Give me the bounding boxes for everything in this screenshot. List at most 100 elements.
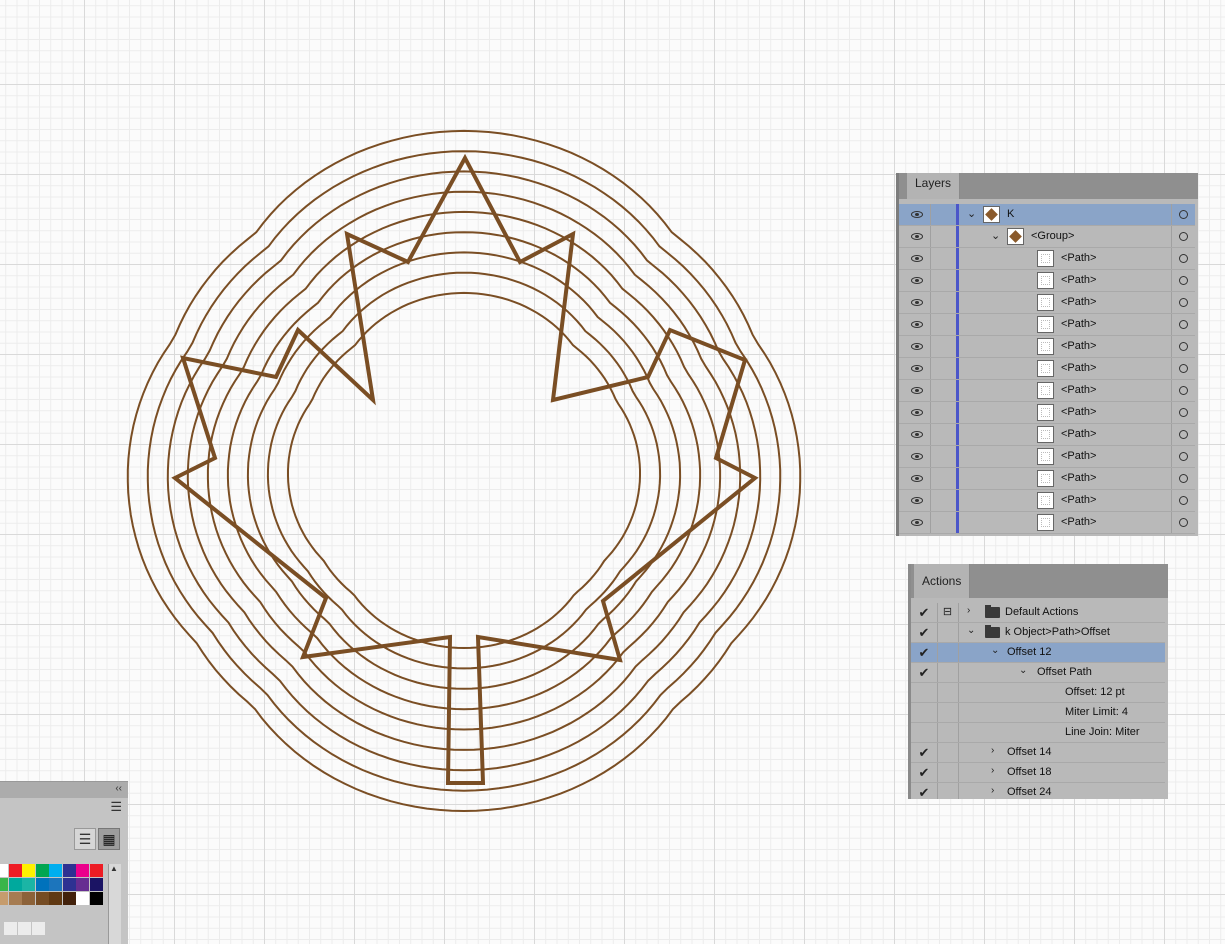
chevron-down-icon[interactable]: ⌄ [991,645,999,656]
eye-icon[interactable] [911,233,923,240]
eye-icon[interactable] [911,387,923,394]
target-circle-icon[interactable] [1179,210,1188,219]
target-circle-icon[interactable] [1179,232,1188,241]
list-view-icon[interactable]: ☰ [74,828,96,850]
action-row[interactable]: ✔ ⌄ k Object>Path>Offset [911,623,1165,643]
eye-icon[interactable] [911,409,923,416]
layer-row[interactable]: <Path> [899,402,1195,424]
chevron-right-icon[interactable]: › [967,605,970,616]
eye-icon[interactable] [911,519,923,526]
chevron-down-icon[interactable]: ⌄ [991,229,1000,242]
target-circle-icon[interactable] [1179,430,1188,439]
eye-icon[interactable] [911,453,923,460]
chevron-down-icon[interactable]: ⌄ [1019,665,1027,676]
target-circle-icon[interactable] [1179,320,1188,329]
eye-icon[interactable] [911,255,923,262]
color-swatch[interactable] [76,892,89,905]
target-circle-icon[interactable] [1179,518,1188,527]
target-circle-icon[interactable] [1179,342,1188,351]
dialog-toggle-icon[interactable] [937,643,959,662]
grid-view-icon[interactable]: ▦ [98,828,120,850]
color-swatch[interactable] [89,892,103,905]
dialog-toggle-icon[interactable] [937,743,959,762]
color-swatch[interactable] [0,892,8,905]
eye-icon[interactable] [911,343,923,350]
eye-icon[interactable] [911,497,923,504]
color-swatch[interactable] [8,878,22,891]
swatch-grey[interactable] [32,922,45,935]
action-row[interactable]: ✔ ⌄ Offset Path [911,663,1165,683]
color-swatch[interactable] [49,892,62,905]
color-swatch[interactable] [8,864,22,877]
dialog-toggle-icon[interactable] [937,763,959,782]
color-swatch[interactable] [0,878,8,891]
target-circle-icon[interactable] [1179,474,1188,483]
dialog-toggle-icon[interactable] [937,683,959,702]
layer-row[interactable]: <Path> [899,314,1195,336]
swatch-grey[interactable] [4,922,17,935]
color-swatch[interactable] [89,864,103,877]
dialog-toggle-icon[interactable] [937,783,959,799]
color-swatch[interactable] [22,864,35,877]
layer-row[interactable]: <Path> [899,380,1195,402]
layer-row[interactable]: <Path> [899,336,1195,358]
swatch-grey[interactable] [18,922,31,935]
layer-row[interactable]: <Path> [899,292,1195,314]
hamburger-menu-icon[interactable]: ☰ [110,799,122,815]
layer-row[interactable]: <Path> [899,446,1195,468]
target-circle-icon[interactable] [1179,276,1188,285]
color-swatch[interactable] [35,892,49,905]
dialog-toggle-icon[interactable] [937,723,959,742]
dialog-toggle-icon[interactable] [937,663,959,682]
color-swatch[interactable] [22,878,35,891]
chevron-down-icon[interactable]: ⌄ [967,207,976,220]
layer-row[interactable]: <Path> [899,270,1195,292]
action-row[interactable]: Miter Limit: 4 [911,703,1165,723]
color-swatch[interactable] [35,878,49,891]
checkmark-icon[interactable]: ✔ [911,783,938,799]
swatches-scrollbar[interactable] [108,864,121,944]
color-swatch[interactable] [76,864,89,877]
eye-icon[interactable] [911,475,923,482]
checkmark-icon[interactable]: ✔ [911,603,938,622]
layer-row[interactable]: <Path> [899,248,1195,270]
layer-row[interactable]: <Path> [899,424,1195,446]
tab-actions[interactable]: Actions [914,564,971,598]
chevron-up-icon[interactable]: ▲ [108,864,120,876]
tab-layers[interactable]: Layers [907,173,961,199]
eye-icon[interactable] [911,299,923,306]
checkmark-icon[interactable]: ✔ [911,763,938,782]
layer-row[interactable]: <Path> [899,468,1195,490]
color-swatch[interactable] [62,864,76,877]
eye-icon[interactable] [911,321,923,328]
color-swatch[interactable] [8,892,22,905]
checkmark-icon[interactable]: ✔ [911,643,938,662]
layer-row[interactable]: <Path> [899,512,1195,534]
checkmark-icon[interactable] [911,723,938,742]
target-circle-icon[interactable] [1179,408,1188,417]
action-row[interactable]: Offset: 12 pt [911,683,1165,703]
color-swatch[interactable] [35,864,49,877]
color-swatch[interactable] [62,892,76,905]
action-row[interactable]: ✔ › Offset 24 [911,783,1165,799]
target-circle-icon[interactable] [1179,254,1188,263]
target-circle-icon[interactable] [1179,364,1188,373]
chevron-down-icon[interactable]: ⌄ [967,625,975,636]
color-swatch[interactable] [49,878,62,891]
color-swatch[interactable] [76,878,89,891]
double-chevron-left-icon[interactable]: ‹‹ [115,783,122,794]
color-swatch[interactable] [62,878,76,891]
chevron-right-icon[interactable]: › [991,785,994,796]
action-row[interactable]: ✔ › Offset 18 [911,763,1165,783]
eye-icon[interactable] [911,365,923,372]
color-swatch[interactable] [49,864,62,877]
color-swatch[interactable] [89,878,103,891]
checkmark-icon[interactable]: ✔ [911,743,938,762]
layer-row[interactable]: <Path> [899,490,1195,512]
action-row[interactable]: Line Join: Miter [911,723,1165,743]
checkmark-icon[interactable] [911,703,938,722]
checkmark-icon[interactable]: ✔ [911,663,938,682]
action-row[interactable]: ✔ ⊟ › Default Actions [911,603,1165,623]
action-row[interactable]: ✔ › Offset 14 [911,743,1165,763]
dialog-toggle-icon[interactable] [937,703,959,722]
